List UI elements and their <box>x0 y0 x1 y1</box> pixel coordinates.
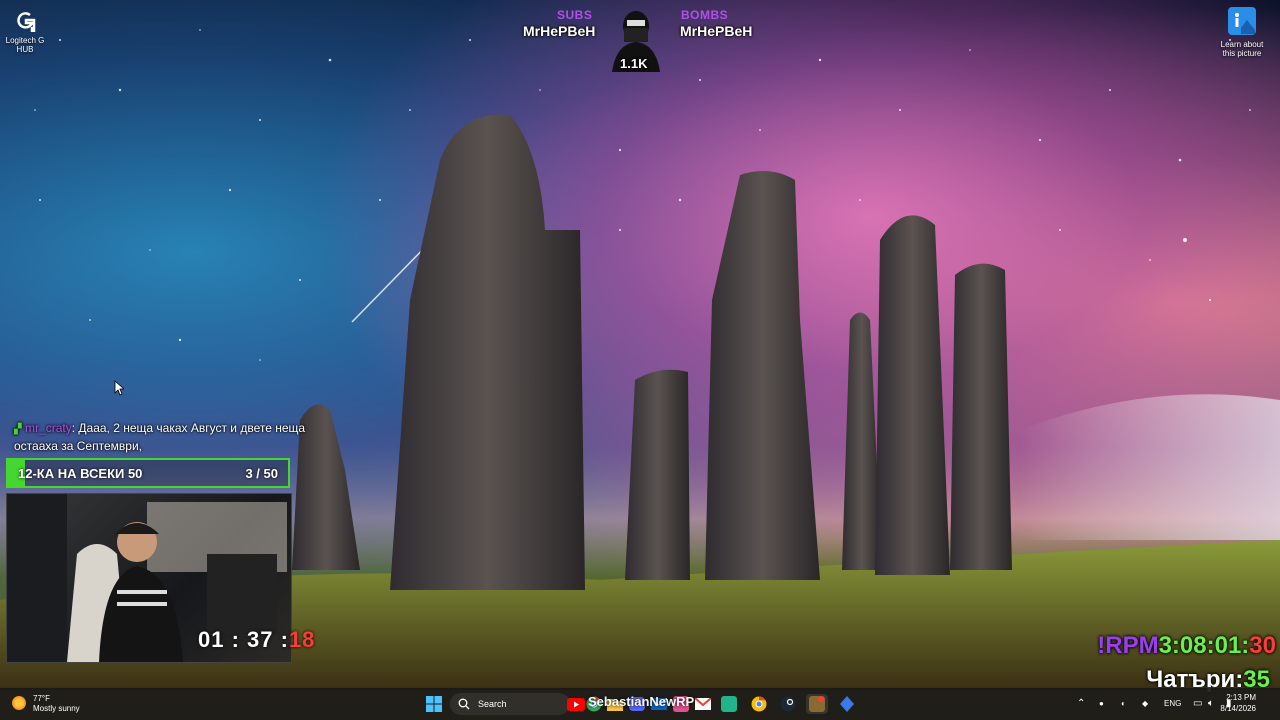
app-icon <box>840 696 854 712</box>
learn-about-picture-shortcut[interactable]: Learn about this picture <box>1216 6 1268 58</box>
taskbar-app-steam[interactable] <box>777 694 799 714</box>
bombs-name: MrHePBeH <box>680 23 753 39</box>
rpm-seconds: 30 <box>1249 632 1276 659</box>
shortcut-label-line1: Learn about <box>1220 40 1264 49</box>
chat-icon: ▞ <box>14 424 22 435</box>
clock-time: 2:13 PM <box>1226 693 1256 702</box>
goal-label: 12-КА НА ВСЕКИ 50 <box>18 466 143 481</box>
goal-count: 3 / 50 <box>245 466 278 481</box>
taskbar-app-chrome-2[interactable] <box>748 694 770 714</box>
shortcut-label-line2: HUB <box>16 45 34 54</box>
language-indicator[interactable]: ENG <box>1164 688 1181 720</box>
info-picture-icon <box>1216 6 1268 38</box>
tray-icon-3[interactable]: ◆ <box>1142 688 1148 720</box>
sub-goal-bar: 12-КА НА ВСЕКИ 50 3 / 50 <box>6 458 290 488</box>
mouse-cursor-icon <box>114 380 124 396</box>
show-hidden-icons-button[interactable]: ⌃ <box>1077 688 1085 720</box>
logitech-g-hub-shortcut[interactable]: Logitech G HUB <box>4 10 46 54</box>
volume-icon[interactable]: 🔈︎ <box>1208 688 1214 720</box>
rpm-time: 3:08:01: <box>1158 632 1250 659</box>
rpm-label: !RPM <box>1097 632 1159 659</box>
subs-name: MrHePBeH <box>523 23 596 39</box>
logitech-g-icon <box>4 10 46 34</box>
tray-icon-1[interactable]: ● <box>1099 688 1104 720</box>
sunny-icon <box>12 696 26 710</box>
network-icon[interactable]: ▭ <box>1193 688 1202 720</box>
search-icon <box>458 698 470 710</box>
chrome-icon <box>751 696 767 712</box>
rpm-counter: !RPM3:08:01:30 <box>1097 632 1276 660</box>
clock-date: 8/14/2026 <box>1220 704 1256 713</box>
shortcut-label-line1: Logitech G <box>5 36 45 45</box>
stream-timer: 01 : 37 :18 <box>198 627 315 653</box>
start-button[interactable] <box>423 694 445 714</box>
clock[interactable]: 2:13 PM 8/14/2026 <box>1220 692 1256 714</box>
search-placeholder: Search <box>478 699 507 709</box>
taskbar-app-obs[interactable] <box>718 694 740 714</box>
app-icon <box>809 696 825 712</box>
tray-icon-2[interactable]: ◐ <box>1121 688 1126 720</box>
timer-seconds: 18 <box>288 627 316 652</box>
weather-description: Mostly sunny <box>33 704 80 713</box>
taskbar-app-blue[interactable] <box>836 694 858 714</box>
taskbar: 77°F Mostly sunny Search SebastianNewRP … <box>0 687 1280 720</box>
taskbar-app-active[interactable] <box>806 694 828 714</box>
shortcut-label-line2: this picture <box>1222 49 1262 58</box>
subs-label: SUBS <box>557 8 593 22</box>
gmail-icon <box>695 698 711 710</box>
bombs-label: BOMBS <box>681 8 729 22</box>
weather-widget[interactable]: 77°F Mostly sunny <box>12 694 112 716</box>
stream-name-overlay: SebastianNewRP <box>588 694 695 709</box>
chat-username: mr_craty <box>25 421 72 435</box>
timer-main: 01 : 37 : <box>198 627 289 652</box>
app-icon <box>721 696 737 712</box>
windows-icon <box>426 696 442 712</box>
steam-icon <box>780 696 796 712</box>
weather-temp: 77°F <box>33 694 50 703</box>
follower-count: 1.1K <box>620 56 648 71</box>
chat-message: ▞ mr_craty: Дааа, 2 неща чаках Август и … <box>14 420 344 454</box>
search-box[interactable]: Search <box>450 693 570 715</box>
taskbar-app-gmail[interactable] <box>692 694 714 714</box>
